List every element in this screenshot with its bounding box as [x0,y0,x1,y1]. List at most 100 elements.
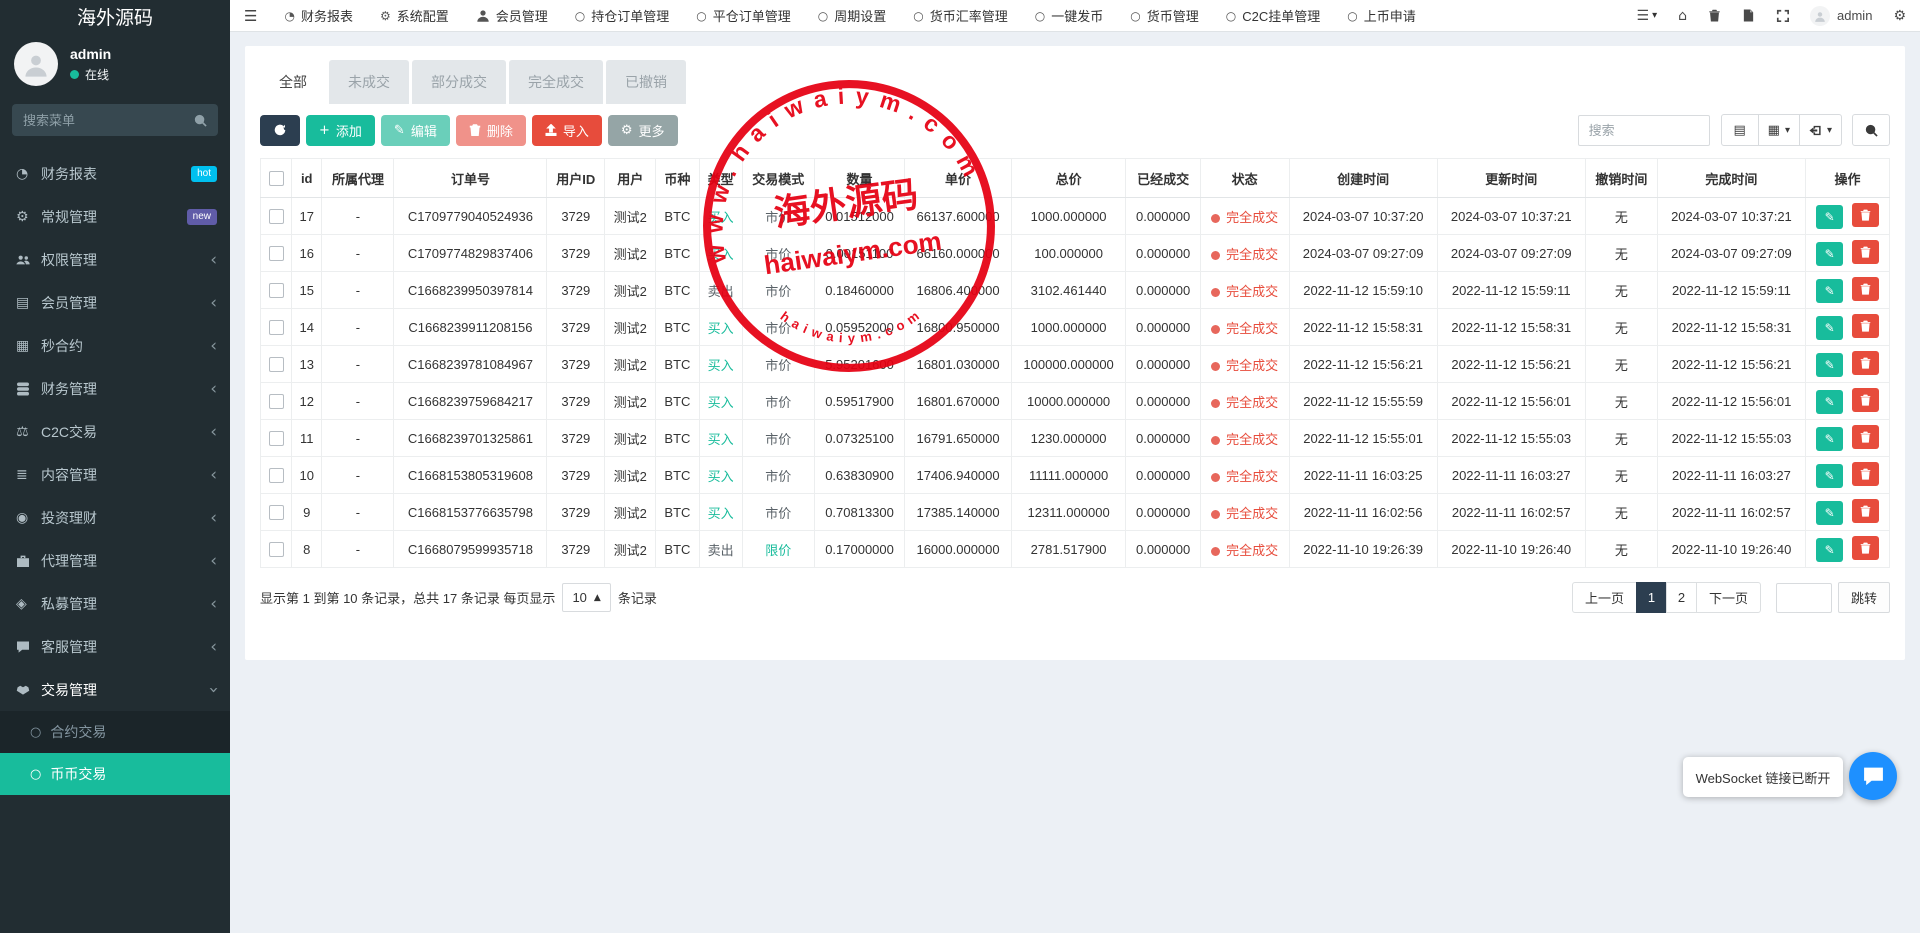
sidebar-item[interactable]: ⚖ C2C交易 ‹ [0,410,230,453]
sidebar-subitem[interactable]: ○ 合约交易 [0,711,230,753]
row-delete-button[interactable] [1852,351,1879,375]
import-button[interactable]: 导入 [532,115,602,146]
column-header[interactable]: 订单号 [394,159,547,198]
prev-page-button[interactable]: 上一页 [1572,582,1637,613]
page-number-button[interactable]: 2 [1666,582,1697,613]
columns-button[interactable]: ▦▾ [1758,114,1800,146]
row-checkbox[interactable] [269,320,284,335]
sidebar-subitem[interactable]: ○ 币币交易 [0,753,230,795]
chat-widget-button[interactable] [1849,752,1897,800]
navbar-item[interactable]: ○ 平仓订单管理 [696,6,791,25]
column-header[interactable]: 状态 [1200,159,1289,198]
row-delete-button[interactable] [1852,314,1879,338]
row-edit-button[interactable]: ✎ [1816,353,1843,377]
sidebar-item[interactable]: 交易管理 ‹ [0,668,230,711]
row-edit-button[interactable]: ✎ [1816,464,1843,488]
status-tab[interactable]: 完全成交 [509,60,603,104]
column-header[interactable]: 交易模式 [742,159,814,198]
column-header[interactable]: 操作 [1806,159,1890,198]
sidebar-item[interactable]: ▤ 会员管理 ‹ [0,281,230,324]
page-number-button[interactable]: 1 [1636,582,1667,613]
card-view-button[interactable]: ▤ [1721,114,1759,146]
more-button[interactable]: ⚙ 更多 [608,115,678,146]
search-submit-button[interactable] [1852,114,1890,146]
row-edit-button[interactable]: ✎ [1816,205,1843,229]
column-header[interactable]: 单价 [905,159,1012,198]
hamburger-icon[interactable]: ☰ [244,7,257,25]
row-delete-button[interactable] [1852,425,1879,449]
row-delete-button[interactable] [1852,462,1879,486]
navbar-item[interactable]: ○ 一键发币 [1035,6,1104,25]
row-checkbox[interactable] [269,209,284,224]
column-header[interactable]: 数量 [814,159,905,198]
column-header[interactable]: 创建时间 [1289,159,1437,198]
column-header[interactable]: 所属代理 [322,159,394,198]
navbar-item[interactable]: ○ C2C挂单管理 [1226,6,1321,25]
nav-menu-toggle[interactable]: ☰ ▾ [1637,7,1658,24]
sidebar-search-input[interactable] [23,113,188,128]
fullscreen-button[interactable] [1776,9,1789,22]
export-button[interactable]: ▾ [1799,114,1842,146]
navbar-item[interactable]: ○ 持仓订单管理 [575,6,670,25]
refresh-button[interactable] [260,115,300,146]
row-edit-button[interactable]: ✎ [1816,427,1843,451]
clear-cache-button[interactable] [1708,9,1721,22]
row-edit-button[interactable]: ✎ [1816,538,1843,562]
sidebar-item[interactable]: ⚙ 常规管理 new [0,195,230,238]
column-header[interactable]: 类型 [699,159,742,198]
row-checkbox[interactable] [269,246,284,261]
status-tab[interactable]: 部分成交 [412,60,506,104]
navbar-item[interactable]: ○ 货币管理 [1130,6,1199,25]
sidebar-item[interactable]: 财务管理 ‹ [0,367,230,410]
table-search-input[interactable] [1578,115,1710,146]
navbar-item[interactable]: 会员管理 [476,6,548,25]
user-menu[interactable]: admin [1810,6,1872,26]
select-all-checkbox[interactable] [269,171,284,186]
column-header[interactable]: 撤销时间 [1585,159,1657,198]
column-header[interactable]: 用户ID [547,159,605,198]
jump-button[interactable]: 跳转 [1838,582,1890,613]
row-edit-button[interactable]: ✎ [1816,279,1843,303]
sidebar-item[interactable]: 代理管理 ‹ [0,539,230,582]
navbar-item[interactable]: ⚙ 系统配置 [380,6,449,25]
row-delete-button[interactable] [1852,499,1879,523]
row-checkbox[interactable] [269,505,284,520]
sidebar-item[interactable]: ≣ 内容管理 ‹ [0,453,230,496]
status-tab[interactable]: 已撤销 [606,60,686,104]
row-delete-button[interactable] [1852,388,1879,412]
column-header[interactable]: 币种 [656,159,699,198]
settings-gear-icon[interactable]: ⚙ [1893,8,1906,24]
row-checkbox[interactable] [269,357,284,372]
row-checkbox[interactable] [269,283,284,298]
row-checkbox[interactable] [269,542,284,557]
row-delete-button[interactable] [1852,277,1879,301]
home-button[interactable]: ⌂ [1678,7,1687,24]
row-edit-button[interactable]: ✎ [1816,242,1843,266]
column-header[interactable]: 完成时间 [1657,159,1805,198]
log-button[interactable] [1742,9,1755,22]
row-delete-button[interactable] [1852,536,1879,560]
jump-page-input[interactable] [1776,583,1832,613]
status-tab[interactable]: 未成交 [329,60,409,104]
per-page-select[interactable]: 10 ▲ [562,583,610,612]
sidebar-item[interactable]: ◔ 财务报表 hot [0,152,230,195]
column-header[interactable]: 用户 [605,159,656,198]
sidebar-item[interactable]: ◈ 私募管理 ‹ [0,582,230,625]
column-header[interactable]: 已经成交 [1126,159,1201,198]
add-button[interactable]: + 添加 [306,115,375,146]
status-tab[interactable]: 全部 [260,60,326,104]
row-delete-button[interactable] [1852,240,1879,264]
row-checkbox[interactable] [269,394,284,409]
sidebar-item[interactable]: ◉ 投资理财 ‹ [0,496,230,539]
delete-button[interactable]: 删除 [456,115,526,146]
search-icon[interactable] [194,114,207,127]
row-delete-button[interactable] [1852,203,1879,227]
column-header[interactable]: 更新时间 [1437,159,1585,198]
column-header[interactable]: id [292,159,322,198]
row-checkbox[interactable] [269,431,284,446]
row-edit-button[interactable]: ✎ [1816,316,1843,340]
sidebar-item[interactable]: ▦ 秒合约 ‹ [0,324,230,367]
row-edit-button[interactable]: ✎ [1816,390,1843,414]
edit-button[interactable]: ✎ 编辑 [381,115,450,146]
sidebar-item[interactable]: 权限管理 ‹ [0,238,230,281]
